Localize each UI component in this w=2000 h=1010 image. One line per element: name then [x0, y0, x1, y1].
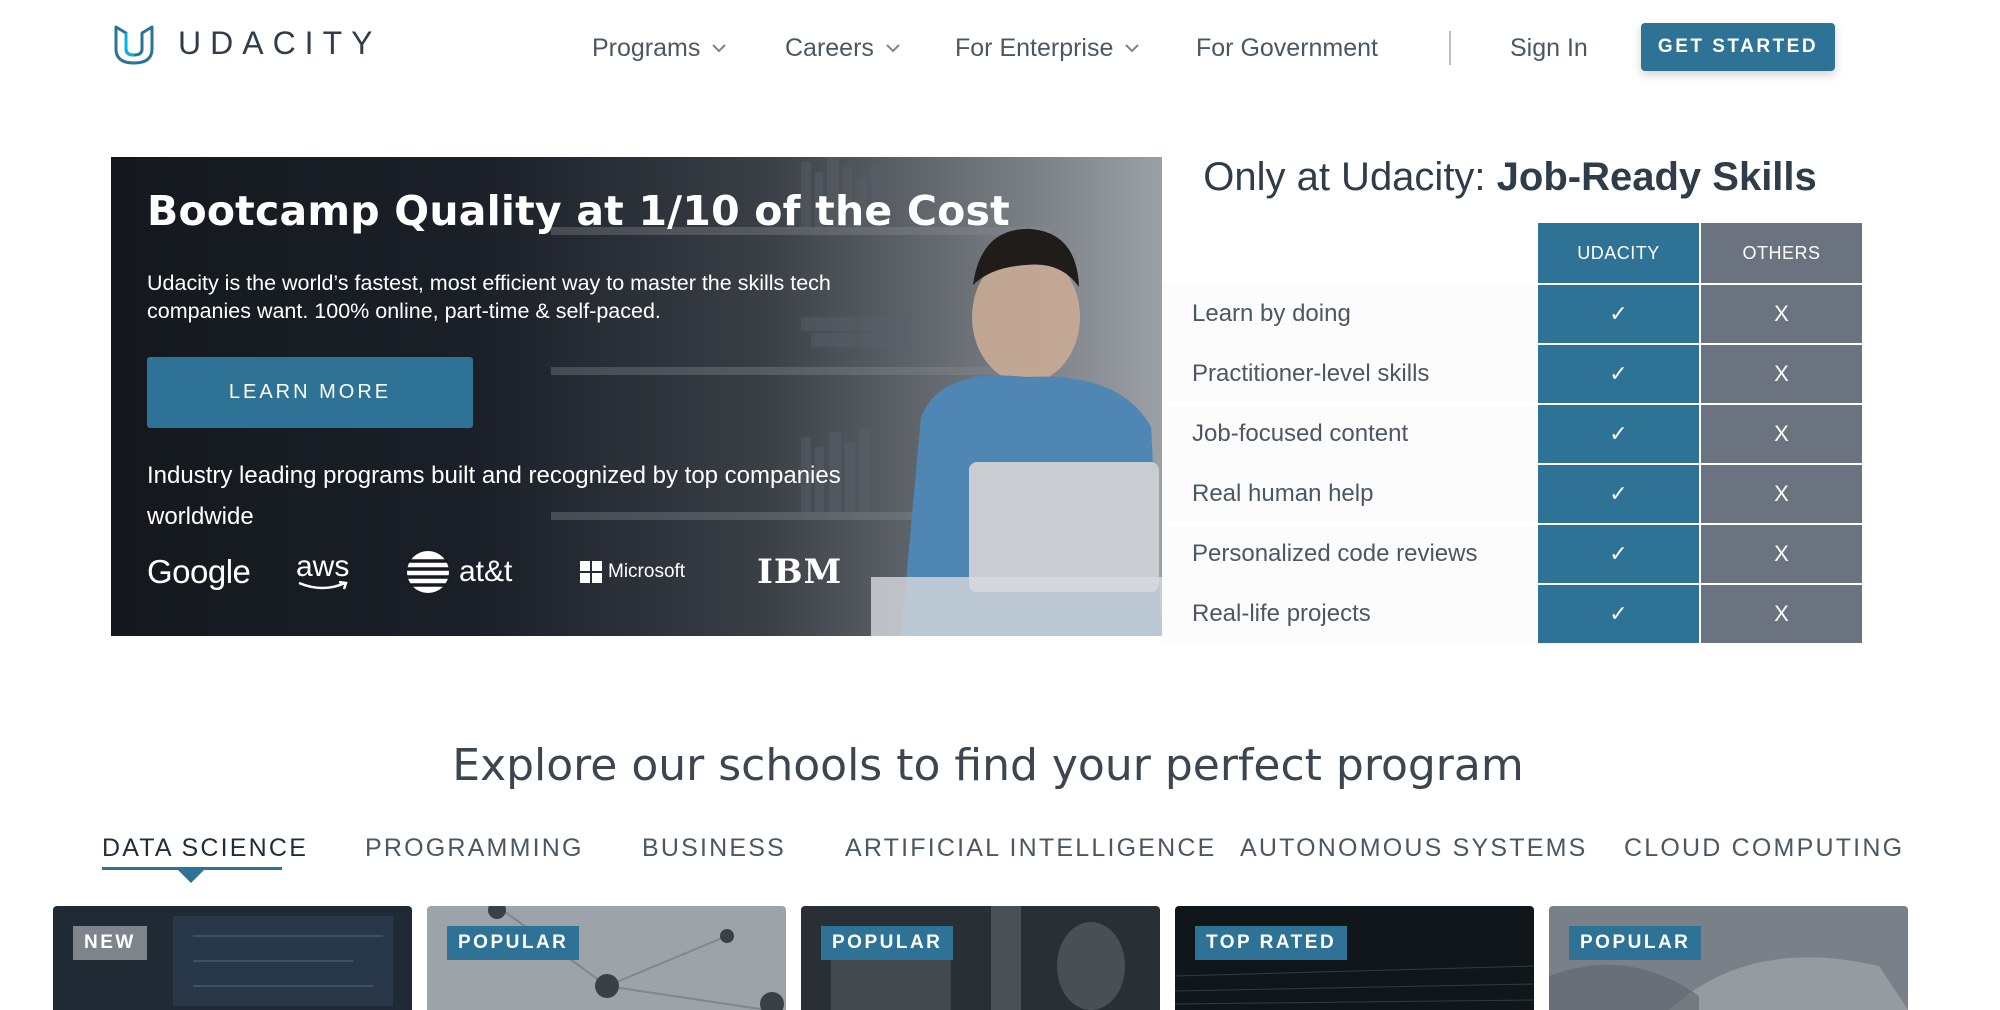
chevron-down-icon	[886, 44, 900, 53]
comparison-title-bold: Job-Ready Skills	[1496, 155, 1817, 199]
nav-for-enterprise[interactable]: For Enterprise	[955, 28, 1141, 68]
checkmark-icon: ✓	[1538, 585, 1699, 643]
nav-for-government-label: For Government	[1196, 33, 1379, 62]
row-label: Job-focused content	[1162, 405, 1538, 463]
program-card[interactable]: POPULAR	[1549, 906, 1908, 1010]
aws-logo: aws	[296, 545, 349, 599]
checkmark-icon: ✓	[1538, 345, 1699, 403]
tab-data-science[interactable]: DATA SCIENCE	[102, 834, 308, 863]
schools-title: Explore our schools to find your perfect…	[452, 740, 1524, 791]
learn-more-button[interactable]: LEARN MORE	[147, 357, 473, 428]
card-badge: NEW	[73, 926, 147, 960]
school-tabs: DATA SCIENCE PROGRAMMING BUSINESS ARTIFI…	[0, 834, 2000, 874]
microsoft-squares-icon	[580, 561, 602, 583]
tab-cloud-computing[interactable]: CLOUD COMPUTING	[1624, 834, 1904, 863]
table-row: Real human help ✓ X	[1162, 465, 1862, 523]
checkmark-icon: ✓	[1538, 285, 1699, 343]
att-globe-icon	[407, 551, 449, 593]
x-mark-icon: X	[1701, 405, 1862, 463]
card-badge: POPULAR	[1569, 926, 1702, 960]
table-row: Practitioner-level skills ✓ X	[1162, 345, 1862, 403]
table-row: Real-life projects ✓ X	[1162, 585, 1862, 643]
row-label: Real-life projects	[1162, 585, 1538, 643]
hero-banner: Bootcamp Quality at 1/10 of the Cost Uda…	[111, 157, 1162, 636]
x-mark-icon: X	[1701, 345, 1862, 403]
att-logo: at&t	[405, 545, 512, 599]
program-card[interactable]: POPULAR	[427, 906, 786, 1010]
card-badge: TOP RATED	[1195, 926, 1348, 960]
ibm-logo: IBM	[757, 552, 843, 592]
tab-autonomous-systems[interactable]: AUTONOMOUS SYSTEMS	[1240, 834, 1588, 863]
column-header-udacity: UDACITY	[1538, 223, 1699, 283]
comparison-title: Only at Udacity: Job-Ready Skills	[1162, 155, 1858, 200]
program-card[interactable]: POPULAR	[801, 906, 1160, 1010]
sign-in-link[interactable]: Sign In	[1510, 28, 1588, 68]
nav-programs[interactable]: Programs	[592, 28, 728, 68]
google-logo: Google	[147, 553, 251, 590]
microsoft-logo: Microsoft	[580, 545, 685, 599]
microsoft-logo-text: Microsoft	[608, 561, 686, 582]
nav-programs-label: Programs	[592, 33, 701, 62]
nav-for-government[interactable]: For Government	[1196, 28, 1378, 68]
table-row: Learn by doing ✓ X	[1162, 285, 1862, 343]
checkmark-icon: ✓	[1538, 525, 1699, 583]
card-badge: POPULAR	[821, 926, 954, 960]
checkmark-icon: ✓	[1538, 465, 1699, 523]
chevron-down-icon	[1125, 44, 1140, 53]
table-row: Job-focused content ✓ X	[1162, 405, 1862, 463]
program-cards: NEW POPULAR POPULAR TOP RATED POPULAR	[0, 906, 2000, 1010]
tab-programming[interactable]: PROGRAMMING	[365, 834, 584, 863]
x-mark-icon: X	[1701, 525, 1862, 583]
hero-title: Bootcamp Quality at 1/10 of the Cost	[147, 187, 1010, 235]
column-header-others: OTHERS	[1701, 223, 1862, 283]
program-card[interactable]: NEW	[53, 906, 412, 1010]
checkmark-icon: ✓	[1538, 405, 1699, 463]
row-label: Learn by doing	[1162, 285, 1538, 343]
site-header: UDACITY Programs Careers For Enterprise …	[0, 0, 2000, 96]
get-started-button[interactable]: GET STARTED	[1641, 23, 1835, 71]
program-card[interactable]: TOP RATED	[1175, 906, 1534, 1010]
hero-industry-text: Industry leading programs built and reco…	[147, 462, 841, 530]
nav-for-enterprise-label: For Enterprise	[955, 33, 1114, 62]
comparison-title-light: Only at Udacity:	[1203, 155, 1497, 199]
table-row: Personalized code reviews ✓ X	[1162, 525, 1862, 583]
x-mark-icon: X	[1701, 285, 1862, 343]
card-badge: POPULAR	[447, 926, 580, 960]
partner-logos: Google aws at&t Microsoft IBM	[147, 545, 907, 599]
tab-artificial-intelligence[interactable]: ARTIFICIAL INTELLIGENCE	[845, 834, 1217, 863]
x-mark-icon: X	[1701, 585, 1862, 643]
active-tab-caret-icon	[178, 870, 204, 883]
nav-careers[interactable]: Careers	[785, 28, 902, 68]
row-label: Personalized code reviews	[1162, 525, 1538, 583]
row-label: Practitioner-level skills	[1162, 345, 1538, 403]
att-logo-text: at&t	[459, 555, 513, 588]
hero-subtitle: Udacity is the world’s fastest, most eff…	[147, 271, 831, 323]
nav-divider	[1449, 31, 1451, 65]
chevron-down-icon	[712, 44, 727, 53]
aws-smile-icon	[298, 581, 348, 590]
tab-business[interactable]: BUSINESS	[642, 834, 786, 863]
x-mark-icon: X	[1701, 465, 1862, 523]
sign-in-label: Sign In	[1510, 33, 1588, 62]
row-label: Real human help	[1162, 465, 1538, 523]
aws-logo-text: aws	[296, 550, 350, 583]
nav-careers-label: Careers	[785, 33, 874, 62]
